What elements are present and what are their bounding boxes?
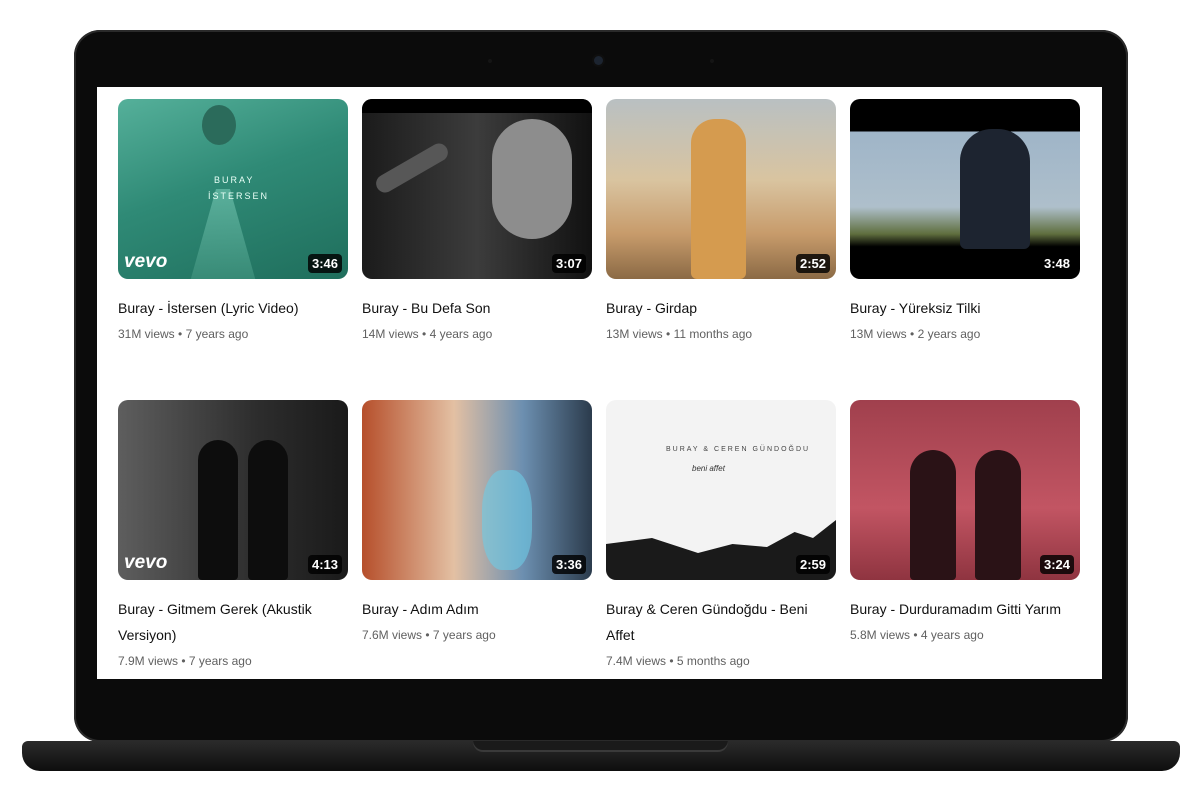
thumbnail-art	[910, 450, 956, 580]
video-title[interactable]: Buray - İstersen (Lyric Video)	[118, 295, 348, 321]
meta-separator: •	[666, 654, 677, 668]
view-count: 5.8M views	[850, 628, 911, 642]
thumbnail-art	[691, 119, 746, 279]
video-title[interactable]: Buray - Bu Defa Son	[362, 295, 592, 321]
video-title[interactable]: Buray & Ceren Gündoğdu - Beni Affet	[606, 596, 836, 648]
video-meta: 7.4M views • 5 months ago	[606, 654, 836, 668]
thumbnail-art	[198, 440, 238, 580]
thumbnail-art	[188, 189, 258, 279]
meta-separator: •	[178, 654, 189, 668]
video-thumbnail[interactable]: BURAY İSTERSEN vevo 3:46	[118, 99, 348, 279]
thumbnail-text: beni affet	[692, 464, 725, 473]
video-title[interactable]: Buray - Gitmem Gerek (Akustik Versiyon)	[118, 596, 348, 648]
view-count: 31M views	[118, 327, 175, 341]
duration-badge: 3:07	[551, 254, 586, 273]
duration-badge: 4:13	[307, 555, 342, 574]
video-card[interactable]: 3:24 Buray - Durduramadım Gitti Yarım 5.…	[850, 400, 1080, 679]
video-title[interactable]: Buray - Adım Adım	[362, 596, 592, 622]
video-card[interactable]: 3:48 Buray - Yüreksiz Tilki 13M views • …	[850, 99, 1080, 400]
video-thumbnail[interactable]: 2:52	[606, 99, 836, 279]
video-meta: 31M views • 7 years ago	[118, 327, 348, 341]
meta-separator: •	[422, 628, 433, 642]
view-count: 14M views	[362, 327, 419, 341]
vevo-logo: vevo	[124, 251, 168, 272]
thumbnail-art	[202, 105, 236, 145]
upload-age: 7 years ago	[188, 654, 252, 668]
thumbnail-text: BURAY & CEREN GÜNDOĞDU	[666, 446, 811, 453]
video-thumbnail[interactable]: BURAY & CEREN GÜNDOĞDU beni affet 2:59	[606, 400, 836, 580]
thumbnail-art	[482, 470, 532, 570]
meta-separator: •	[906, 327, 918, 341]
meta-separator: •	[910, 628, 921, 642]
video-meta: 14M views • 4 years ago	[362, 327, 592, 341]
microphone-art	[372, 140, 452, 196]
duration-badge: 3:46	[307, 254, 342, 273]
video-card[interactable]: vevo 4:13 Buray - Gitmem Gerek (Akustik …	[118, 400, 348, 679]
video-meta: 7.6M views • 7 years ago	[362, 628, 592, 642]
thumbnail-art	[248, 440, 288, 580]
thumbnail-art	[975, 450, 1021, 580]
thumbnail-art	[362, 99, 592, 113]
video-thumbnail[interactable]: vevo 4:13	[118, 400, 348, 580]
video-meta: 5.8M views • 4 years ago	[850, 628, 1080, 642]
meta-separator: •	[174, 327, 186, 341]
thumbnail-text: BURAY	[214, 175, 255, 185]
view-count: 13M views	[606, 327, 663, 341]
screen: BURAY İSTERSEN vevo 3:46 Buray - İsterse…	[97, 87, 1102, 679]
upload-age: 4 years ago	[429, 327, 493, 341]
duration-badge: 3:36	[551, 555, 586, 574]
video-card[interactable]: BURAY İSTERSEN vevo 3:46 Buray - İsterse…	[118, 99, 348, 400]
thumbnail-art	[492, 119, 572, 239]
duration-badge: 3:48	[1039, 254, 1074, 273]
video-thumbnail[interactable]: 3:07	[362, 99, 592, 279]
video-grid: BURAY İSTERSEN vevo 3:46 Buray - İsterse…	[118, 99, 1080, 679]
upload-age: 2 years ago	[917, 327, 981, 341]
video-title[interactable]: Buray - Durduramadım Gitti Yarım	[850, 596, 1080, 622]
thumbnail-art	[960, 129, 1030, 249]
view-count: 7.4M views	[606, 654, 667, 668]
video-card[interactable]: 2:52 Buray - Girdap 13M views • 11 month…	[606, 99, 836, 400]
video-thumbnail[interactable]: 3:48	[850, 99, 1080, 279]
meta-separator: •	[662, 327, 674, 341]
video-thumbnail[interactable]: 3:36	[362, 400, 592, 580]
upload-age: 11 months ago	[673, 327, 753, 341]
sensor-dot	[488, 59, 492, 63]
laptop-lid-notch	[473, 741, 728, 752]
upload-age: 4 years ago	[920, 628, 984, 642]
upload-age: 7 years ago	[185, 327, 249, 341]
view-count: 13M views	[850, 327, 907, 341]
view-count: 7.6M views	[362, 628, 423, 642]
video-meta: 13M views • 11 months ago	[606, 327, 836, 341]
sensor-dot	[710, 59, 714, 63]
meta-separator: •	[418, 327, 430, 341]
video-meta: 13M views • 2 years ago	[850, 327, 1080, 341]
video-title[interactable]: Buray - Girdap	[606, 295, 836, 321]
webcam-icon	[594, 56, 603, 65]
view-count: 7.9M views	[118, 654, 179, 668]
video-card[interactable]: 3:36 Buray - Adım Adım 7.6M views • 7 ye…	[362, 400, 592, 679]
thumbnail-text: İSTERSEN	[208, 191, 270, 201]
vevo-logo: vevo	[124, 552, 168, 573]
video-card[interactable]: BURAY & CEREN GÜNDOĞDU beni affet 2:59 B…	[606, 400, 836, 679]
duration-badge: 3:24	[1039, 555, 1074, 574]
upload-age: 7 years ago	[432, 628, 496, 642]
video-thumbnail[interactable]: 3:24	[850, 400, 1080, 580]
video-meta: 7.9M views • 7 years ago	[118, 654, 348, 668]
duration-badge: 2:52	[795, 254, 830, 273]
upload-age: 5 months ago	[676, 654, 750, 668]
duration-badge: 2:59	[795, 555, 830, 574]
video-title[interactable]: Buray - Yüreksiz Tilki	[850, 295, 1080, 321]
video-card[interactable]: 3:07 Buray - Bu Defa Son 14M views • 4 y…	[362, 99, 592, 400]
